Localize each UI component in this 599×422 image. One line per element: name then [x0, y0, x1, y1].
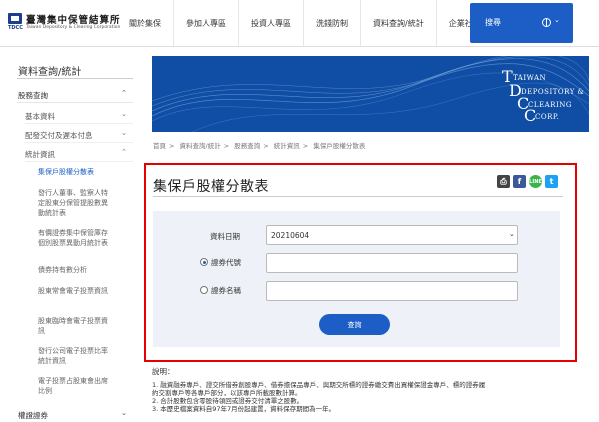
- nav-data-query[interactable]: 資料查詢/統計: [360, 0, 436, 46]
- twitter-icon[interactable]: t: [545, 175, 558, 188]
- sidebar-link-egm-evoting[interactable]: 股東臨時會電子投票資訊: [38, 316, 110, 336]
- tdcc-logo-icon: [8, 13, 22, 24]
- sidebar-item-stock-query[interactable]: 股務查詢 ⌃: [17, 86, 133, 103]
- logo-abbr: TDCC: [8, 25, 23, 31]
- hero-banner: T TAIWAN D DEPOSITORY & C CLEARING C COR…: [152, 56, 589, 132]
- nav-about[interactable]: 關於集保: [117, 0, 173, 46]
- breadcrumb-home[interactable]: 首頁: [153, 142, 166, 150]
- name-radio[interactable]: [200, 286, 208, 294]
- sidebar-item-statistics[interactable]: 統計資訊 ⌃: [25, 145, 133, 162]
- nav-participants[interactable]: 參加人專區: [173, 0, 238, 46]
- banner-word-2: DEPOSITORY &: [521, 88, 585, 96]
- facebook-icon[interactable]: f: [513, 175, 526, 188]
- code-label: 證券代號: [211, 258, 241, 267]
- date-select-value: 20210604: [271, 231, 310, 240]
- nav-aml[interactable]: 洗錢防制: [303, 0, 360, 46]
- sidebar-link-agm-evoting[interactable]: 股東常會電子投票資訊: [38, 286, 110, 296]
- divider: [17, 78, 133, 79]
- search-language-bar: 搜尋 ⌄: [470, 3, 573, 43]
- print-icon[interactable]: ⎙: [497, 175, 510, 188]
- code-input[interactable]: [266, 253, 518, 273]
- globe-icon[interactable]: [542, 18, 551, 27]
- page-title: 集保戶股權分散表: [153, 179, 269, 195]
- breadcrumb-data-query[interactable]: 資料查詢/統計: [180, 142, 221, 150]
- name-label: 證券名稱: [211, 286, 241, 295]
- chevron-down-icon: ⌄: [121, 129, 127, 137]
- chevron-down-icon: ⌄: [509, 230, 515, 238]
- breadcrumb-stock-query[interactable]: 股務查詢: [234, 142, 260, 150]
- sidebar: 資料查詢/統計 股務查詢 ⌃ 基本資料 ⌄ 配發交付及遲本付息 ⌄ 統計資訊 ⌃…: [0, 48, 140, 422]
- note-item: 約交割專戶等各專戶部分，以該專戶所載股數計算。: [152, 389, 302, 397]
- sidebar-item-distribution[interactable]: 配發交付及遲本付息 ⌄: [25, 126, 133, 143]
- sidebar-item-basic-info[interactable]: 基本資料 ⌄: [25, 107, 133, 124]
- sidebar-link-insider-changes[interactable]: 發行人董事、監察人特定股東分保管提股數異動統計表: [38, 188, 110, 218]
- sidebar-item-label: 股務查詢: [18, 91, 48, 100]
- date-label: 資料日期: [210, 232, 240, 241]
- banner-corp-logo: T TAIWAN D DEPOSITORY & C CLEARING C COR…: [502, 67, 585, 125]
- chevron-up-icon: ⌃: [121, 89, 127, 97]
- code-radio[interactable]: [200, 258, 208, 266]
- chevron-down-icon: ⌄: [121, 409, 127, 417]
- sidebar-link-evoting-ratio[interactable]: 發行公司電子投票比率統計資訊: [38, 346, 110, 366]
- logo-chinese-name: 臺灣集中保管結算所: [26, 15, 121, 26]
- chevron-down-icon[interactable]: ⌄: [554, 16, 560, 24]
- sidebar-title: 資料查詢/統計: [18, 67, 82, 78]
- logo-english-name: Taiwan Depository & Clearing Corporation: [26, 25, 121, 30]
- sidebar-item-label: 權證證券: [18, 411, 48, 420]
- note-item: 3. 本歷史檔案資料自97年7月份起建置，資料保存期間為一年。: [152, 405, 336, 413]
- breadcrumb: 首頁 > 資料查詢/統計 > 股務查詢 > 統計資訊 > 集保戶股權分散表: [153, 142, 366, 150]
- chevron-down-icon: ⌄: [121, 110, 127, 118]
- nav-investors[interactable]: 投資人專區: [238, 0, 303, 46]
- breadcrumb-current: 集保戶股權分散表: [313, 142, 366, 150]
- sidebar-item-label: 基本資料: [25, 112, 55, 121]
- search-button[interactable]: 搜尋: [485, 17, 501, 28]
- chevron-up-icon: ⌃: [121, 148, 127, 156]
- sidebar-item-warrants[interactable]: 權證證券 ⌄: [17, 406, 133, 422]
- sidebar-link-depository-changes[interactable]: 有價證券集中保管庫存個別股票異動月統計表: [38, 228, 110, 248]
- divider: [153, 196, 563, 197]
- sidebar-link-shareholding-distribution[interactable]: 集保戶股權分散表: [38, 167, 110, 177]
- line-share-icon[interactable]: LINE: [529, 175, 542, 188]
- sidebar-item-label: 統計資訊: [25, 150, 55, 159]
- sidebar-item-label: 配發交付及遲本付息: [25, 131, 93, 140]
- breadcrumb-statistics[interactable]: 統計資訊: [274, 142, 300, 150]
- notes-title: 說明：: [152, 367, 175, 376]
- note-item: 1. 融資融券專戶、證交所借券創股專戶、借券擔保品專戶、與期交所標的證券繳交費出…: [152, 381, 486, 389]
- note-item: 2. 合計股數包含零股待領回或證券交付清單之股數。: [152, 397, 304, 405]
- sidebar-link-evoting-attendance[interactable]: 電子投票占股東會出席比例: [38, 376, 110, 396]
- query-button[interactable]: 查詢: [319, 314, 390, 335]
- sidebar-link-bond-analysis[interactable]: 債券持有數分析: [38, 265, 110, 275]
- name-input[interactable]: [266, 281, 518, 301]
- site-header: TDCC 臺灣集中保管結算所 Taiwan Depository & Clear…: [0, 0, 599, 47]
- banner-word-4: CORP.: [535, 113, 560, 121]
- site-logo[interactable]: TDCC 臺灣集中保管結算所 Taiwan Depository & Clear…: [8, 12, 120, 34]
- main-nav: 關於集保 參加人專區 投資人專區 洗錢防制 資料查詢/統計 企業社會責任: [117, 0, 509, 46]
